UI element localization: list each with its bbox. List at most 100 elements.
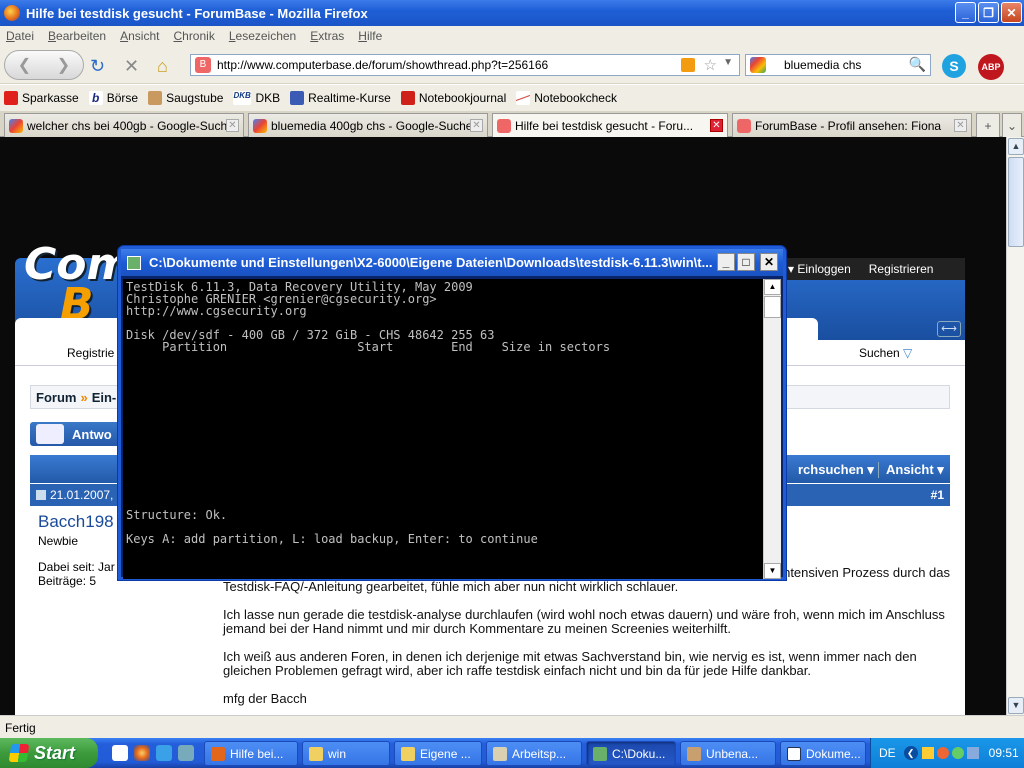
notebookcheck-icon [516, 91, 531, 105]
task-paint[interactable]: Unbena... [680, 741, 776, 766]
thread-view-menu[interactable]: Ansicht ▾ [878, 462, 944, 478]
skype-icon[interactable]: S [942, 54, 966, 78]
bookmark-boerse[interactable]: b Börse [88, 91, 138, 105]
page-scrollbar[interactable]: ▲ ▼ [1006, 137, 1024, 715]
scroll-thumb[interactable] [1008, 157, 1024, 247]
tray-status-icon[interactable] [951, 747, 964, 759]
minimize-button[interactable]: _ [955, 2, 976, 23]
tab-close-icon[interactable]: ✕ [470, 119, 483, 132]
console-window[interactable]: C:\Dokumente und Einstellungen\X2-6000\E… [118, 246, 786, 580]
tab-close-icon[interactable]: ✕ [710, 119, 723, 132]
task-console[interactable]: C:\Doku... [586, 741, 676, 766]
console-output[interactable]: TestDisk 6.11.3, Data Recovery Utility, … [123, 279, 763, 579]
bookmark-notebookcheck[interactable]: Notebookcheck [516, 91, 617, 105]
tray-people-icon[interactable] [921, 747, 934, 759]
task-word-document[interactable]: Dokume... [780, 741, 866, 766]
menu-bearbeiten[interactable]: Bearbeiten [48, 29, 106, 43]
task-eigene-dateien[interactable]: Eigene ... [394, 741, 482, 766]
menu-chronik[interactable]: Chronik [173, 29, 214, 43]
sparkasse-icon [4, 91, 18, 105]
windows-logo-icon [8, 744, 30, 762]
menu-extras[interactable]: Extras [310, 29, 344, 43]
menu-datei[interactable]: Datei [6, 29, 34, 43]
console-minimize-button[interactable]: _ [717, 253, 735, 271]
reload-icon[interactable]: ↻ [90, 56, 105, 77]
new-tab-button[interactable]: + [976, 113, 1000, 137]
tray-app-icon[interactable] [936, 747, 949, 759]
console-scroll-up-icon[interactable]: ▲ [764, 279, 781, 295]
login-link[interactable]: ▾ Einloggen [788, 262, 851, 276]
bookmark-dkb[interactable]: DKB DKB [233, 91, 280, 105]
bookmark-realtime-kurse[interactable]: Realtime-Kurse [290, 91, 391, 105]
bookmark-saugstube[interactable]: Saugstube [148, 91, 223, 105]
word-document-icon [787, 746, 801, 761]
tab-bluemedia[interactable]: bluemedia 400gb chs - Google-Suche ✕ [248, 113, 488, 137]
language-indicator[interactable]: DE [879, 746, 896, 760]
breadcrumb-next[interactable]: Ein- [92, 390, 117, 405]
url-bar[interactable]: B http://www.computerbase.de/forum/showt… [190, 54, 740, 76]
expand-width-icon[interactable]: ⟷ [937, 321, 961, 337]
forward-arrow-icon[interactable]: ❯ [57, 55, 70, 75]
search-input[interactable]: bluemedia chs [784, 58, 861, 72]
show-desktop-icon[interactable] [112, 745, 128, 761]
console-close-button[interactable]: ✕ [760, 253, 778, 271]
menu-hilfe[interactable]: Hilfe [358, 29, 382, 43]
start-button[interactable]: Start [0, 738, 98, 768]
task-win-folder[interactable]: win [302, 741, 390, 766]
task-arbeitsplatz[interactable]: Arbeitsp... [486, 741, 582, 766]
register-link[interactable]: Registrieren [869, 262, 934, 276]
desktop-screen: Hilfe bei testdisk gesucht - ForumBase -… [0, 0, 1024, 768]
tray-expand-icon[interactable]: ❮ [903, 746, 918, 760]
bookmark-sparkasse[interactable]: Sparkasse [4, 91, 79, 105]
tab-hilfe-testdisk[interactable]: Hilfe bei testdisk gesucht - Foru... ✕ [492, 113, 728, 137]
rss-feed-icon[interactable] [681, 58, 695, 72]
console-scrollbar[interactable]: ▲ ▼ [763, 279, 781, 579]
stop-icon[interactable]: ✕ [124, 56, 139, 77]
system-tray: DE ❮ 09:51 [870, 738, 1024, 768]
firefox-icon [4, 5, 20, 21]
bookmark-notebookjournal[interactable]: Notebookjournal [400, 91, 506, 105]
console-icon [593, 746, 607, 761]
console-scroll-thumb[interactable] [764, 296, 781, 318]
bookmark-star-icon[interactable]: ☆ [704, 56, 717, 74]
console-app-icon[interactable] [127, 255, 141, 270]
task-firefox[interactable]: Hilfe bei... [204, 741, 298, 766]
console-titlebar[interactable]: C:\Dokumente und Einstellungen\X2-6000\E… [121, 249, 783, 276]
folder-icon [401, 746, 415, 761]
realtime-kurse-icon [290, 91, 305, 105]
scroll-up-icon[interactable]: ▲ [1008, 138, 1024, 155]
restore-button[interactable]: ❐ [978, 2, 999, 23]
post-number[interactable]: #1 [931, 488, 944, 502]
menu-lesezeichen[interactable]: Lesezeichen [229, 29, 296, 43]
url-text[interactable]: http://www.computerbase.de/forum/showthr… [217, 58, 548, 72]
search-box[interactable]: bluemedia chs 🔍 [745, 54, 931, 76]
tab-close-icon[interactable]: ✕ [954, 119, 967, 132]
tray-network-icon[interactable] [966, 747, 979, 759]
ie-quicklaunch-icon[interactable] [156, 745, 172, 761]
thread-search-menu[interactable]: rchsuchen ▾ [798, 462, 874, 478]
back-arrow-icon[interactable]: ❮ [18, 55, 31, 75]
search-icon[interactable]: 🔍 [909, 56, 926, 73]
close-button[interactable]: ✕ [1001, 2, 1022, 23]
post-paragraph: mfg der Bacch [223, 691, 307, 706]
register-nav-link[interactable]: Registrie [67, 346, 114, 360]
tab-list-icon[interactable]: ⌄ [1002, 113, 1022, 137]
google-engine-icon[interactable] [750, 57, 766, 73]
breadcrumb-forum[interactable]: Forum [36, 390, 76, 405]
adblock-plus-icon[interactable]: ABP [978, 54, 1004, 80]
firefox-quicklaunch-icon[interactable] [134, 745, 150, 761]
tab-close-icon[interactable]: ✕ [226, 119, 239, 132]
search-nav-link[interactable]: Suchen ▽ [859, 346, 912, 360]
quicklaunch-extra-icon[interactable] [178, 745, 194, 761]
console-maximize-button[interactable]: □ [737, 253, 755, 271]
scroll-down-icon[interactable]: ▼ [1008, 697, 1024, 714]
forumbase-favicon-icon [737, 118, 751, 133]
console-scroll-down-icon[interactable]: ▼ [764, 563, 781, 579]
menu-ansicht[interactable]: Ansicht [120, 29, 159, 43]
tab-forumbase-profil[interactable]: ForumBase - Profil ansehen: Fiona ✕ [732, 113, 972, 137]
home-icon[interactable]: ⌂ [157, 56, 168, 77]
url-history-dropdown-icon[interactable]: ▼ [723, 57, 733, 68]
tab-welcher-chs[interactable]: welcher chs bei 400gb - Google-Suche ✕ [4, 113, 244, 137]
